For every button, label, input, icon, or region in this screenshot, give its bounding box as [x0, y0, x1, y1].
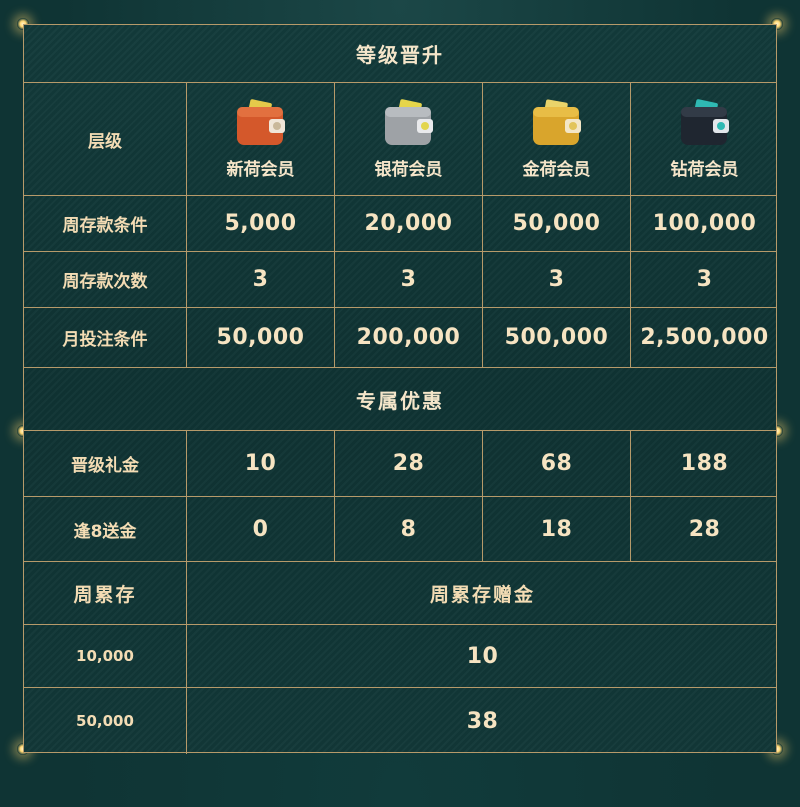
row-label: 逢8送金 [24, 497, 187, 561]
silver-wallet-icon [384, 98, 433, 145]
tier-column-1: 新荷会员 [187, 83, 335, 195]
row-value: 200,000 [335, 308, 483, 367]
row-value: 68 [483, 431, 631, 496]
row-value: 0 [187, 497, 335, 561]
tier-column-4: 钻荷会员 [631, 83, 778, 195]
row-value: 3 [483, 252, 631, 307]
row-value: 20,000 [335, 196, 483, 251]
row-value: 188 [680, 451, 729, 476]
promotion-title-row: 等级晋升 [24, 25, 776, 83]
gold-wallet-icon [532, 99, 581, 145]
row-value: 5,000 [187, 196, 335, 251]
row-label: 周存款条件 [24, 196, 187, 251]
offers-title: 专属优惠 [356, 388, 444, 413]
row-value: 18 [483, 497, 631, 561]
row-value: 28 [688, 516, 721, 542]
row-value: 28 [335, 431, 483, 496]
row-value: 100,000 [652, 211, 757, 236]
tier-name: 新荷会员 [226, 159, 295, 180]
deposit-amount: 50,000 [24, 688, 187, 754]
row-label: 周存款次数 [24, 252, 187, 307]
tier-name: 金荷会员 [522, 159, 591, 180]
weekly-cumulative-bonus-label: 周累存赠金 [429, 583, 535, 606]
weekly-cumulative-label: 周累存 [24, 562, 187, 624]
tier-label: 层级 [24, 83, 187, 195]
deposit-amount: 10,000 [24, 625, 187, 687]
tier-header-row: 层级 新荷会员 银荷会员 金荷会员 钻荷会员 [24, 83, 776, 196]
offers-title-row: 专属优惠 [24, 368, 776, 431]
row-value: 2,500,000 [640, 325, 769, 350]
row-value: 3 [335, 252, 483, 307]
bonus-amount: 10 [466, 643, 499, 669]
monthly-bet-condition-row: 月投注条件 50,000 200,000 500,000 2,500,000 [24, 308, 776, 368]
membership-table: 等级晋升 层级 新荷会员 银荷会员 金荷会员 钻荷会员 周存款条件 5,000 … [23, 24, 777, 754]
weekly-cumulative-row: 50,000 38 [24, 688, 776, 754]
tier-column-3: 金荷会员 [483, 83, 631, 195]
weekly-cumulative-header-row: 周累存 周累存赠金 [24, 562, 776, 625]
black-wallet-icon [680, 98, 729, 145]
row-value: 8 [335, 497, 483, 561]
weekly-cumulative-row: 10,000 10 [24, 625, 776, 688]
row-label: 月投注条件 [24, 308, 187, 367]
row-value: 50,000 [187, 308, 335, 367]
tier-column-2: 银荷会员 [335, 83, 483, 195]
tier-name: 钻荷会员 [670, 159, 739, 180]
row-label: 晋级礼金 [24, 431, 187, 496]
row-value: 3 [187, 252, 335, 307]
bonus-amount: 38 [466, 708, 499, 734]
row-value: 3 [696, 267, 713, 292]
orange-wallet-icon [236, 98, 285, 145]
lucky-eight-bonus-row: 逢8送金 0 8 18 28 [24, 497, 776, 562]
promotion-title: 等级晋升 [356, 43, 444, 67]
row-value: 10 [187, 431, 335, 496]
row-value: 500,000 [483, 308, 631, 367]
promotion-bonus-row: 晋级礼金 10 28 68 188 [24, 431, 776, 497]
tier-name: 银荷会员 [374, 159, 443, 180]
weekly-deposit-condition-row: 周存款条件 5,000 20,000 50,000 100,000 [24, 196, 776, 252]
weekly-deposit-count-row: 周存款次数 3 3 3 3 [24, 252, 776, 308]
row-value: 50,000 [483, 196, 631, 251]
